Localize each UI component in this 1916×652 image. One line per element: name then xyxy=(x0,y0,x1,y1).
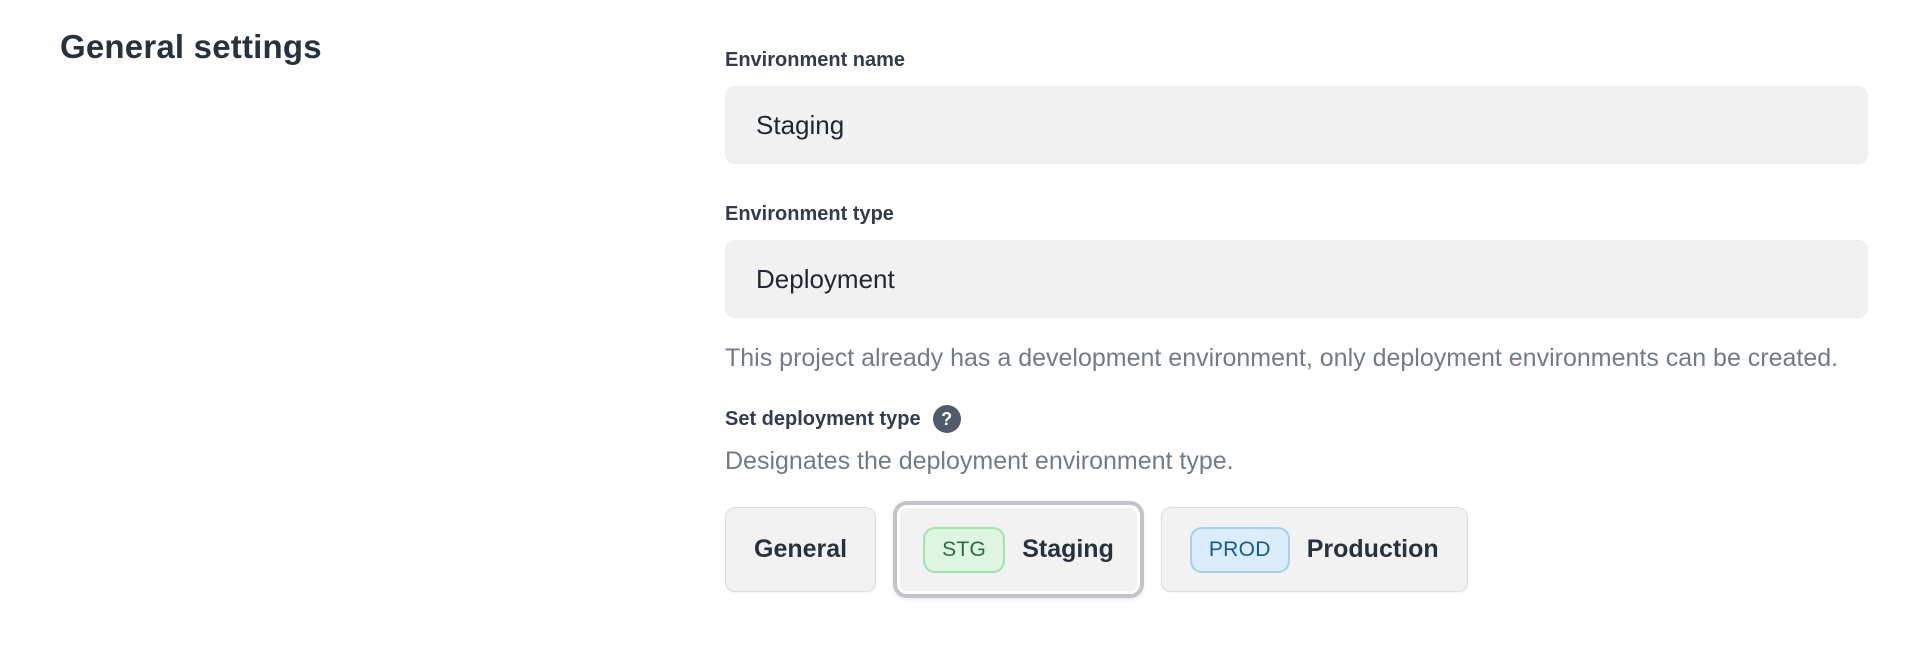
deployment-type-description: Designates the deployment environment ty… xyxy=(725,445,1868,477)
environment-type-input[interactable] xyxy=(725,240,1868,318)
environment-name-input[interactable] xyxy=(725,86,1868,164)
environment-name-label: Environment name xyxy=(725,49,905,71)
prod-badge: PROD xyxy=(1190,527,1290,573)
page-title: General settings xyxy=(60,28,322,66)
environment-type-label: Environment type xyxy=(725,202,1868,226)
set-deployment-type-label: Set deployment type xyxy=(725,407,921,431)
deployment-type-options: General STG Staging PROD Production xyxy=(725,501,1868,598)
option-label: Staging xyxy=(1022,535,1114,564)
question-mark-icon[interactable]: ? xyxy=(933,405,961,433)
deployment-type-option-general[interactable]: General xyxy=(725,507,876,592)
environment-settings-form: Environment name Environment type This p… xyxy=(725,48,1868,598)
option-label: General xyxy=(754,535,847,564)
environment-type-help-text: This project already has a development e… xyxy=(725,338,1845,379)
deployment-type-option-production[interactable]: PROD Production xyxy=(1161,507,1468,592)
option-label: Production xyxy=(1307,535,1439,564)
stg-badge: STG xyxy=(923,527,1005,573)
deployment-type-option-staging[interactable]: STG Staging xyxy=(893,501,1144,598)
